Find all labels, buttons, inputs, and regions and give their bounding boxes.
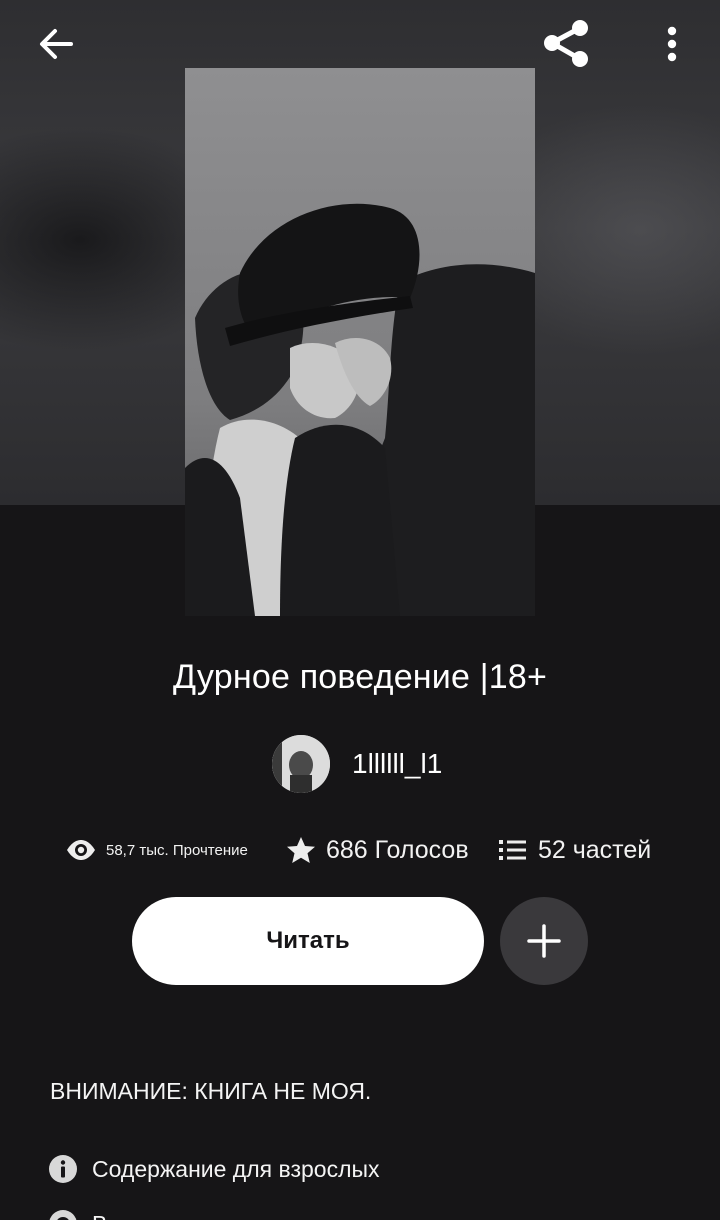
content-tag[interactable]: В <box>48 1206 107 1220</box>
book-title: Дурное поведение |18+ <box>172 658 548 696</box>
add-to-library-button[interactable] <box>500 897 588 985</box>
list-icon <box>498 838 528 862</box>
votes-count: 686 Голосов <box>326 835 469 864</box>
eye-icon <box>66 839 96 861</box>
parts-stat: 52 частей <box>498 828 651 872</box>
views-count: 58,7 тыс. Прочтение <box>106 841 248 859</box>
author-name: 1llllll_l1 <box>352 748 443 779</box>
content-tag-label: В <box>92 1211 107 1220</box>
mature-content-tag[interactable]: Содержание для взрослых <box>48 1151 380 1187</box>
info-icon <box>48 1154 78 1184</box>
cover-image <box>185 68 535 616</box>
avatar <box>272 735 330 793</box>
author-link[interactable]: 1llllll_l1 <box>272 734 442 794</box>
more-vertical-icon <box>667 26 677 62</box>
book-stats: 58,7 тыс. Прочтение 686 Голосов 52 часте… <box>0 828 720 872</box>
parts-count: 52 частей <box>538 835 652 864</box>
circle-icon <box>48 1209 78 1220</box>
share-button[interactable] <box>540 18 592 70</box>
share-icon <box>544 20 588 67</box>
star-icon <box>286 836 316 864</box>
mature-content-label: Содержание для взрослых <box>92 1155 380 1182</box>
arrow-left-icon <box>40 29 73 59</box>
plus-icon <box>527 924 561 958</box>
votes-stat: 686 Голосов <box>286 828 469 872</box>
back-button[interactable] <box>30 18 82 70</box>
read-button[interactable]: Читать <box>132 897 484 985</box>
book-cover[interactable] <box>185 68 535 616</box>
more-options-button[interactable] <box>646 18 698 70</box>
description-text: ВНИМАНИЕ: КНИГА НЕ МОЯ. <box>50 1078 372 1104</box>
views-stat: 58,7 тыс. Прочтение <box>66 828 248 872</box>
